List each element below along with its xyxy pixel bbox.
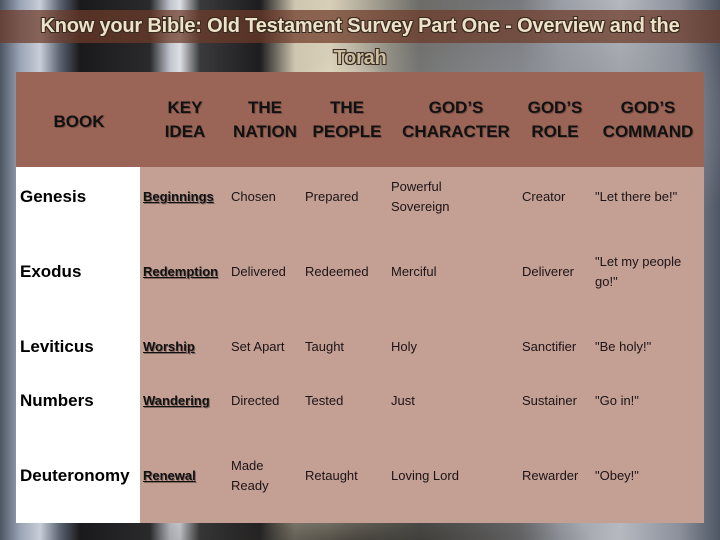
nation-cell: Delivered: [231, 264, 286, 279]
key-idea-cell: Renewal: [143, 468, 196, 483]
book-cell: Genesis: [20, 187, 87, 206]
people-cell: Retaught: [305, 468, 358, 483]
character-cell: Just: [391, 393, 415, 408]
command-cell: "Let there be!": [595, 189, 678, 204]
nation-cell: Made Ready: [231, 458, 269, 493]
header-people: THE PEOPLE: [312, 98, 382, 141]
header-book: BOOK: [53, 112, 105, 131]
people-cell: Taught: [305, 339, 345, 354]
role-cell: Sustainer: [522, 393, 577, 408]
role-cell: Sanctifier: [522, 339, 577, 354]
character-cell: Powerful Sovereign: [391, 179, 450, 214]
command-cell: "Go in!": [595, 393, 639, 408]
people-cell: Prepared: [305, 189, 359, 204]
book-cell: Leviticus: [20, 337, 94, 356]
torah-overview-table: BOOK KEY IDEA THE NATION THE PEOPLE GOD’…: [16, 72, 704, 523]
nation-cell: Directed: [231, 393, 280, 408]
people-cell: Redeemed: [305, 264, 369, 279]
book-cell: Deuteronomy: [20, 466, 130, 485]
command-cell: "Let my people go!": [595, 254, 682, 289]
key-idea-cell: Redemption: [143, 264, 219, 279]
character-cell: Holy: [391, 339, 418, 354]
command-cell: "Obey!": [595, 468, 639, 483]
header-role: GOD’S ROLE: [527, 98, 583, 141]
key-idea-cell: Wandering: [143, 393, 210, 408]
character-cell: Merciful: [391, 264, 437, 279]
role-cell: Creator: [522, 189, 566, 204]
people-cell: Tested: [305, 393, 344, 408]
nation-cell: Set Apart: [231, 339, 285, 354]
slide-title: Know your Bible: Old Testament Survey Pa…: [0, 10, 720, 74]
key-idea-cell: Beginnings: [143, 189, 214, 204]
header-command: GOD’S COMMAND: [602, 98, 694, 141]
nation-cell: Chosen: [231, 189, 276, 204]
command-cell: "Be holy!": [595, 339, 652, 354]
header-key-idea: KEY IDEA: [164, 98, 206, 141]
book-cell: Numbers: [20, 391, 94, 410]
book-cell: Exodus: [20, 262, 82, 281]
header-nation: THE NATION: [233, 98, 297, 141]
role-cell: Rewarder: [522, 468, 579, 483]
header-character: GOD’S CHARACTER: [402, 98, 510, 141]
role-cell: Deliverer: [522, 264, 575, 279]
table-header: BOOK KEY IDEA THE NATION THE PEOPLE GOD’…: [16, 72, 704, 167]
key-idea-cell: Worship: [143, 339, 195, 354]
slide-title-line1: Know your Bible: Old Testament Survey Pa…: [40, 15, 680, 37]
character-cell: Loving Lord: [391, 468, 459, 483]
slide-title-line2: Torah: [333, 47, 387, 69]
